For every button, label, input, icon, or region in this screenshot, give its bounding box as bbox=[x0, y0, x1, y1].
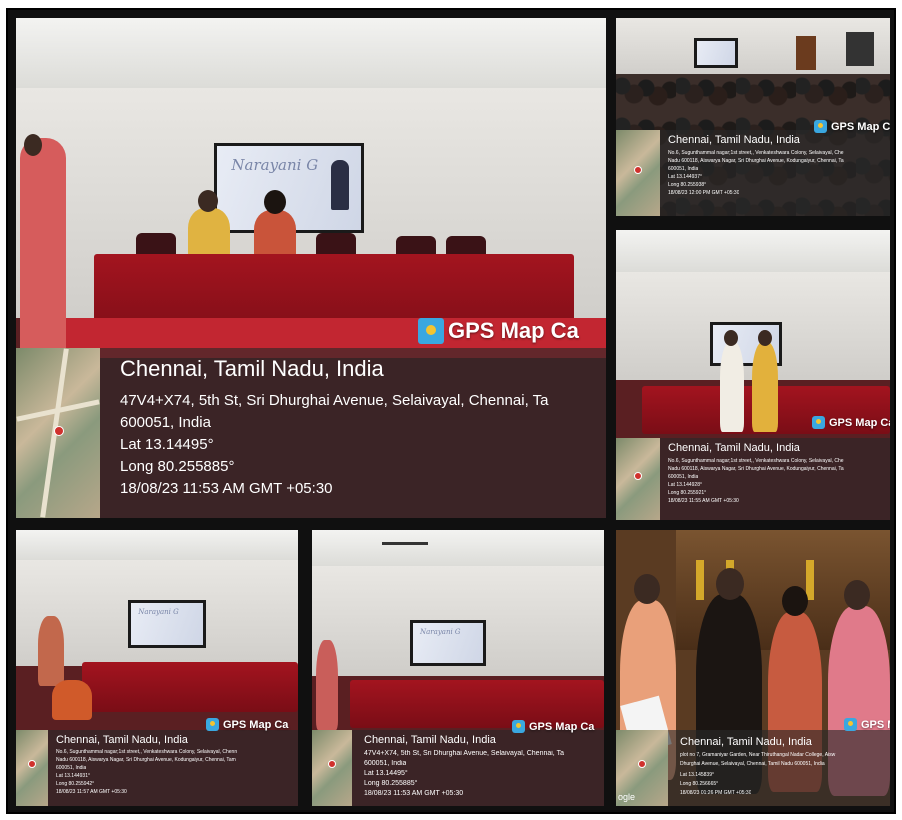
timestamp: 18/08/23 11:57 AM GMT +05:30 bbox=[56, 789, 127, 795]
screen-title: Narayani G bbox=[231, 156, 319, 175]
gps-overlay: Chennai, Tamil Nadu, India No.6, Sugunth… bbox=[616, 438, 890, 520]
longitude: Long 80.255885° bbox=[364, 780, 418, 787]
stage-table bbox=[82, 662, 298, 712]
address-line: 47V4+X74, 5th St, Sri Dhurghai Avenue, S… bbox=[364, 750, 564, 757]
timestamp: 18/08/23 11:55 AM GMT +05:30 bbox=[668, 498, 739, 504]
location-title: Chennai, Tamil Nadu, India bbox=[680, 736, 812, 748]
location-title: Chennai, Tamil Nadu, India bbox=[364, 734, 496, 746]
location-title: Chennai, Tamil Nadu, India bbox=[120, 356, 384, 381]
photo-collage: Narayani G Chennai, Tamil Nadu, India 47… bbox=[6, 8, 896, 814]
address-line: 47V4+X74, 5th St, Sri Dhurghai Avenue, S… bbox=[120, 392, 549, 409]
presentation-screen: Narayani G bbox=[128, 600, 206, 648]
map-thumbnail bbox=[312, 730, 352, 806]
gps-map-camera-badge: GPS Map Ca bbox=[812, 416, 890, 429]
gps-overlay: Chennai, Tamil Nadu, India 47V4+X74, 5th… bbox=[16, 348, 606, 518]
gps-map-camera-badge: GPS Map Ca bbox=[418, 318, 579, 344]
latitude: Lat 13.144931° bbox=[56, 773, 90, 779]
gps-camera-icon bbox=[844, 718, 857, 731]
latitude: Lat 13.14495° bbox=[364, 770, 408, 777]
timestamp: 18/08/23 01:26 PM GMT +05:30 bbox=[680, 790, 752, 796]
address-line: 600051, India bbox=[120, 414, 211, 431]
location-title: Chennai, Tamil Nadu, India bbox=[56, 734, 188, 746]
timestamp: 18/08/23 11:53 AM GMT +05:30 bbox=[120, 480, 333, 497]
address-line: Nadu 600118, Aiswarya Nagar, Sri Dhurgha… bbox=[56, 757, 236, 763]
address-line: 600051, India bbox=[668, 474, 699, 480]
latitude: Lat 13.145839° bbox=[680, 772, 714, 778]
photo-bottom-right: ogle Chennai, Tamil Nadu, India plot no … bbox=[616, 530, 890, 806]
google-watermark: ogle bbox=[618, 792, 636, 802]
timestamp: 18/08/23 12:00 PM GMT +05:30 bbox=[668, 190, 740, 196]
longitude: Long 80.255942° bbox=[56, 781, 95, 787]
photo-bottom-middle: Narayani G Chennai, Tamil Nadu, India 47… bbox=[312, 530, 604, 806]
presentation-screen: Narayani G bbox=[410, 620, 486, 666]
gps-overlay: Chennai, Tamil Nadu, India No.6, Sugunth… bbox=[616, 130, 890, 216]
latitude: Lat 13.14495° bbox=[120, 436, 214, 453]
address-line: plot no 7, Gramaniyar Garden, Near Thiru… bbox=[680, 752, 836, 758]
latitude: Lat 13.144928° bbox=[668, 482, 702, 488]
gps-camera-icon bbox=[812, 416, 825, 429]
map-thumbnail bbox=[616, 130, 660, 216]
gps-map-camera-badge: GPS Map Ca bbox=[206, 718, 288, 731]
address-line: 600051, India bbox=[668, 166, 699, 172]
address-line: No.6, Sugunthammal nagar;1st street,, Ve… bbox=[56, 749, 238, 755]
gps-overlay: Chennai, Tamil Nadu, India No.6, Sugunth… bbox=[16, 730, 298, 806]
photo-top-right: Chennai, Tamil Nadu, India No.6, Sugunth… bbox=[616, 18, 890, 216]
gps-overlay: ogle Chennai, Tamil Nadu, India plot no … bbox=[616, 730, 890, 806]
gps-map-camera-badge: GPS Map Ca bbox=[814, 120, 890, 133]
map-thumbnail bbox=[16, 348, 100, 518]
longitude: Long 80.256665° bbox=[680, 781, 719, 787]
longitude: Long 80.255921° bbox=[668, 490, 707, 496]
address-line: Nadu 600118, Aiswarya Nagar, Sri Dhurgha… bbox=[668, 158, 844, 164]
address-line: No.6, Sugunthammal nagar;1st street,, Ve… bbox=[668, 458, 844, 464]
gps-map-camera-badge: GPS Map Ca bbox=[512, 720, 594, 733]
gps-map-camera-badge: GPS M bbox=[844, 718, 890, 731]
longitude: Long 80.255885° bbox=[120, 458, 235, 475]
location-title: Chennai, Tamil Nadu, India bbox=[668, 442, 800, 454]
address-line: 600051, India bbox=[364, 760, 407, 767]
timestamp: 18/08/23 11:53 AM GMT +05:30 bbox=[364, 790, 464, 797]
main-photo: Narayani G Chennai, Tamil Nadu, India 47… bbox=[16, 18, 606, 518]
gps-camera-icon bbox=[814, 120, 827, 133]
presentation-screen bbox=[694, 38, 738, 68]
latitude: Lat 13.144937° bbox=[668, 174, 702, 180]
address-line: No.6, Sugunthammal nagar;1st street,, Ve… bbox=[668, 150, 844, 156]
location-title: Chennai, Tamil Nadu, India bbox=[668, 134, 800, 146]
longitude: Long 80.255938° bbox=[668, 182, 707, 188]
address-line: Nadu 600118, Aiswarya Nagar, Sri Dhurgha… bbox=[668, 466, 844, 472]
map-thumbnail bbox=[616, 438, 660, 520]
photo-bottom-left: Narayani G Chennai, Tamil Nadu, India No… bbox=[16, 530, 298, 806]
gps-camera-icon bbox=[206, 718, 219, 731]
address-line: 600051, India bbox=[56, 765, 87, 771]
map-thumbnail bbox=[16, 730, 48, 806]
gps-camera-icon bbox=[512, 720, 525, 733]
address-line: Dhurghai Avenue, Selaivayal, Chennai, Ta… bbox=[680, 761, 825, 767]
gps-overlay: Chennai, Tamil Nadu, India 47V4+X74, 5th… bbox=[312, 730, 604, 806]
photo-mid-right: Chennai, Tamil Nadu, India No.6, Sugunth… bbox=[616, 230, 890, 520]
gps-camera-icon bbox=[418, 318, 444, 344]
